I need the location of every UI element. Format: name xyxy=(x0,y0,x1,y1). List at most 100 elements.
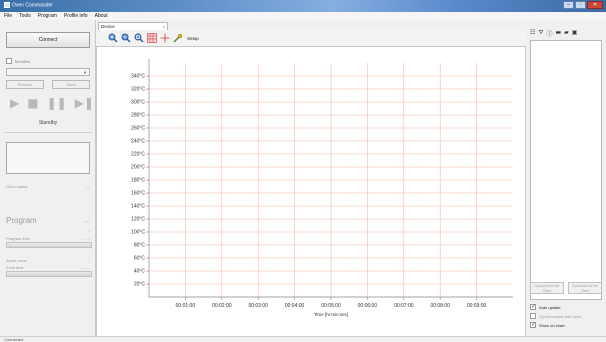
chart-area: 20°C 40°C 60°C 80°C 100°C 120°C 140°C 160°C 180°… xyxy=(96,46,526,338)
modified-checkbox[interactable] xyxy=(6,58,12,64)
y-tick-label: 100°C xyxy=(131,230,145,236)
menu-file[interactable]: File xyxy=(4,13,12,19)
y-tick-label: 120°C xyxy=(131,217,145,223)
menu-bar: File Tools Program Profile info About xyxy=(0,12,606,20)
oven-status-label: Oven status xyxy=(6,184,28,189)
setup-icon[interactable] xyxy=(173,33,183,43)
profile-select[interactable]: ▼ xyxy=(6,68,90,76)
skip-next-icon[interactable]: ▶❚ xyxy=(75,96,94,110)
grid-icon[interactable] xyxy=(147,33,157,43)
menu-profile-info[interactable]: Profile info xyxy=(64,13,88,19)
chart-toolbar: Setup xyxy=(96,30,526,46)
setup-label[interactable]: Setup xyxy=(187,36,199,41)
maximize-button[interactable]: ▫ xyxy=(575,1,586,9)
remove-button[interactable]: Remove xyxy=(6,80,44,89)
crosshair-icon[interactable] xyxy=(160,33,170,43)
y-tick-label: 340°C xyxy=(131,74,145,80)
x-tick-label: 00:02:00 xyxy=(212,303,232,309)
zone-progress-bar xyxy=(6,271,92,277)
synchronised-label: Synchronised with oven xyxy=(539,313,582,319)
minimize-button[interactable]: – xyxy=(563,1,574,9)
app-window: Oven Commander – ▫ ✕ File Tools Program … xyxy=(0,0,606,342)
chevron-down-icon: ▼ xyxy=(83,70,87,75)
oven-status-value: --- xyxy=(86,184,90,189)
right-toolbar: ☷ ⛛ ⓘ ▬ ▰ ▣ xyxy=(530,29,577,38)
left-panel: Connect Modified ▼ Remove Store ▶ ■ ❚❚ ▶… xyxy=(0,20,108,336)
y-tick-label: 200°C xyxy=(131,165,145,171)
close-button[interactable]: ✕ xyxy=(587,1,603,9)
y-tick-label: 40°C xyxy=(134,269,146,275)
tab-strip: Device × xyxy=(96,20,526,30)
synchronised-row: Synchronised with oven xyxy=(530,313,581,319)
info-textbox xyxy=(6,142,90,174)
menu-about[interactable]: About xyxy=(95,13,108,19)
close-icon[interactable]: × xyxy=(163,23,165,30)
modified-row: Modified xyxy=(6,58,30,64)
tab-device[interactable]: Device × xyxy=(98,22,168,30)
y-tick-label: 300°C xyxy=(131,100,145,106)
auto-update-row: Auto update xyxy=(530,303,561,310)
y-tick-label: 140°C xyxy=(131,204,145,210)
y-tick-label: 220°C xyxy=(131,152,145,158)
program-time-label: Program time xyxy=(6,236,31,241)
x-axis-label: Time [hr:min:sec] xyxy=(314,312,348,317)
modified-label: Modified xyxy=(15,58,31,64)
zone-time-value: -- : -- xyxy=(81,265,90,270)
x-tick-label: 00:04:00 xyxy=(285,303,305,309)
pause-icon[interactable]: ❚❚ xyxy=(47,96,67,110)
auto-update-checkbox[interactable] xyxy=(530,303,536,310)
x-tick-label: 00:06:00 xyxy=(358,303,378,309)
y-tick-label: 180°C xyxy=(131,178,145,184)
open-folder-icon[interactable]: ▰ xyxy=(564,29,569,38)
x-tick-label: 00:03:00 xyxy=(248,303,268,309)
upload-from-oven-button[interactable]: Upload from the Oven xyxy=(530,282,564,294)
y-tick-label: 60°C xyxy=(134,256,146,262)
auto-update-label: Auto update xyxy=(539,304,561,310)
program-time-value: -- : -- xyxy=(81,236,90,241)
status-bar: Connected xyxy=(0,336,606,342)
active-zone-label: Active zone xyxy=(6,258,27,263)
download-to-oven-button[interactable]: Download to the Oven xyxy=(568,282,602,294)
x-tick-label: 00:01:00 xyxy=(176,303,196,309)
y-tick-label: 160°C xyxy=(131,191,145,197)
zoom-out-icon[interactable] xyxy=(121,33,131,43)
stop-icon[interactable]: ■ xyxy=(27,96,38,110)
filter-icon[interactable]: ⛛ xyxy=(538,29,543,38)
y-tick-label: 320°C xyxy=(131,87,145,93)
zone-time-label: Zone time xyxy=(6,265,24,270)
zoom-in-icon[interactable] xyxy=(108,33,118,43)
x-tick-label: 00:09:00 xyxy=(467,303,487,309)
new-file-icon[interactable]: ▬ xyxy=(555,29,561,38)
y-tick-label: 240°C xyxy=(131,139,145,145)
app-icon xyxy=(4,2,10,8)
program-value: ----- xyxy=(83,218,90,223)
right-panel: ☷ ⛛ ⓘ ▬ ▰ ▣ Upload from the Oven Downloa… xyxy=(526,20,606,336)
menu-program[interactable]: Program xyxy=(38,13,57,19)
show-on-chart-label: Show on chart xyxy=(539,322,565,328)
show-on-chart-checkbox[interactable] xyxy=(530,321,536,328)
window-title: Oven Commander xyxy=(12,2,53,9)
x-tick-label: 00:05:00 xyxy=(321,303,341,309)
program-progress-bar xyxy=(6,242,92,248)
status-text: Connected xyxy=(4,337,24,342)
x-tick-label: 00:07:00 xyxy=(394,303,414,309)
zoom-fit-icon[interactable] xyxy=(134,33,144,43)
play-icon[interactable]: ▶ xyxy=(10,96,19,110)
transport-controls: ▶ ■ ❚❚ ▶❚ ❄ xyxy=(10,96,108,110)
menu-tools[interactable]: Tools xyxy=(19,13,31,19)
y-tick-label: 20°C xyxy=(134,282,146,288)
program-label: Program xyxy=(6,216,37,225)
save-icon[interactable]: ▣ xyxy=(572,29,578,38)
program-small-value: -- xyxy=(87,228,90,233)
x-tick-label: 00:08:00 xyxy=(430,303,450,309)
tree-icon[interactable]: ☷ xyxy=(530,29,535,38)
synchronised-checkbox[interactable] xyxy=(530,313,536,319)
show-on-chart-row: Show on chart xyxy=(530,321,565,328)
store-button[interactable]: Store xyxy=(52,80,90,89)
state-label: Standby xyxy=(38,120,58,126)
connect-button[interactable]: Connect xyxy=(6,32,90,48)
profile-list[interactable] xyxy=(530,40,602,300)
divider xyxy=(4,132,92,133)
tab-device-label: Device xyxy=(101,24,115,29)
info-icon[interactable]: ⓘ xyxy=(546,29,552,38)
